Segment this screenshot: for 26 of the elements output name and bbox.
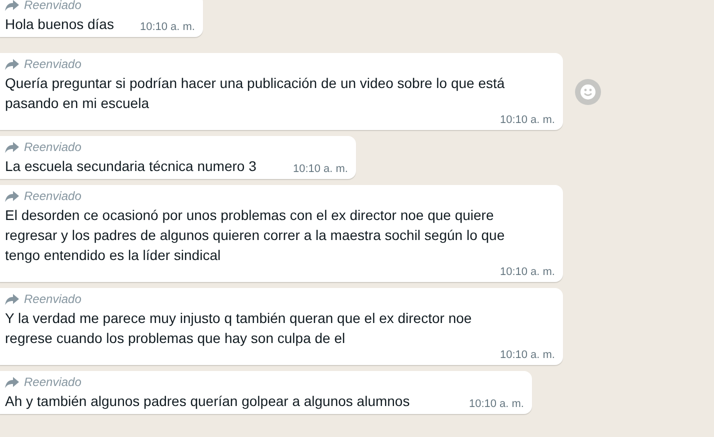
forward-arrow-icon	[5, 58, 19, 70]
forwarded-label: Reenviado	[24, 56, 82, 72]
message-time: 10:10 a. m.	[292, 162, 348, 176]
forward-arrow-icon	[5, 190, 19, 202]
forwarded-label: Reenviado	[24, 374, 82, 390]
smiley-icon	[580, 84, 596, 100]
forwarded-label: Reenviado	[24, 291, 82, 307]
forward-arrow-icon	[5, 142, 19, 152]
message-time: 10:10 a. m.	[500, 348, 555, 362]
emoji-reaction-button[interactable]	[575, 78, 601, 104]
forward-arrow-icon	[5, 294, 19, 304]
message-time: 10:10 a. m.	[500, 265, 555, 279]
forward-arrow-icon	[5, 376, 19, 388]
message-time: 10:10 a. m.	[500, 113, 555, 127]
forward-arrow-icon	[5, 0, 19, 10]
forwarded-label: Reenviado	[24, 0, 82, 13]
message-text: Quería preguntar si podrían hacer una publicación de un video sobre lo que está pasando en mi escuela	[5, 74, 505, 113]
forwarded-label: Reenviado	[24, 139, 82, 155]
message-time: 10:10 a. m.	[468, 397, 524, 411]
message-text: Ah y también algunos padres querían golpear a algunos alumnos	[5, 392, 410, 411]
forwarded-label: Reenviado	[24, 188, 82, 204]
message-text: Y la verdad me parece muy injusto q también queran que el ex director noe regrese cuando los problemas que hay son culpa de el	[5, 309, 473, 348]
message-text: El desorden ce ocasionó por unos problemas con el ex director noe que quiere regresar y los padres de algunos quieren correr a la maestra sochil según lo que tengo entendido es la líder sindical	[5, 206, 506, 265]
message-time: 10:10 a. m.	[140, 20, 195, 34]
message-text: Hola buenos días	[5, 15, 114, 34]
message-text: La escuela secundaria técnica numero 3	[5, 157, 256, 176]
